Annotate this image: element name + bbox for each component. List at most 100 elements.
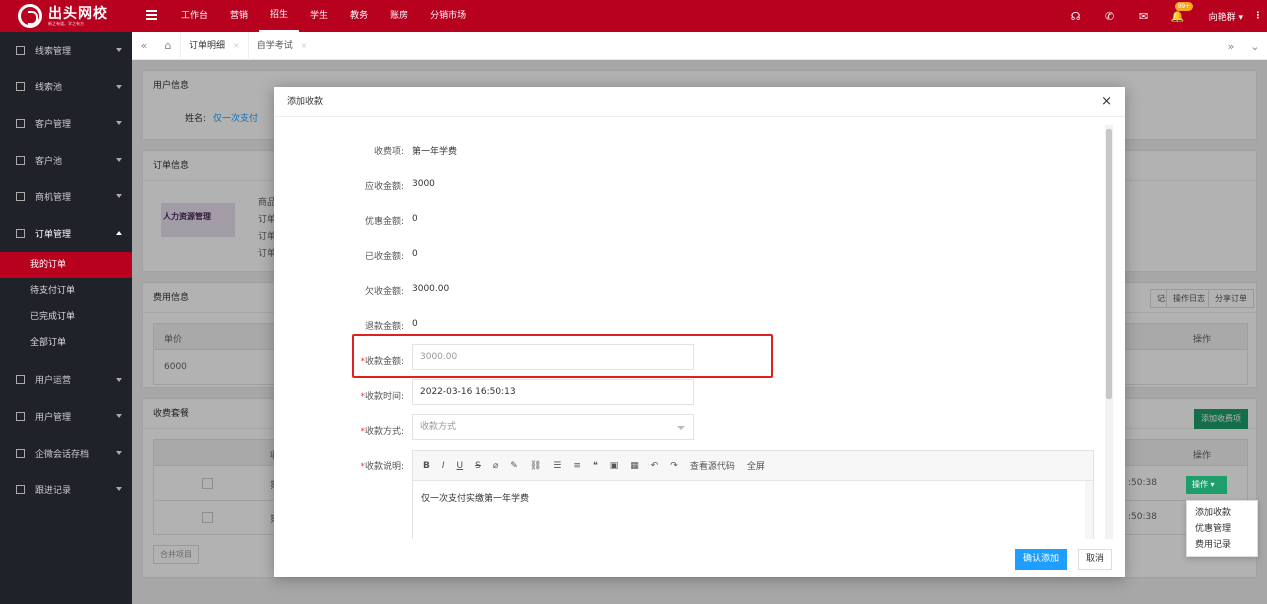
menu-toggle-icon[interactable]	[146, 10, 157, 20]
dialog-scrollbar[interactable]	[1105, 125, 1113, 539]
sidebar-item-user-management[interactable]: 用户管理	[0, 398, 132, 435]
bold-icon[interactable]: B	[423, 461, 430, 471]
topnav-marketing[interactable]: 营销	[219, 0, 259, 32]
sidebar-item-wecom-archive[interactable]: 企微会话存档	[0, 435, 132, 472]
highlight-box	[352, 334, 773, 378]
sidebar-subitem-pending-orders[interactable]: 待支付订单	[0, 278, 132, 304]
chevron-down-icon	[116, 121, 122, 126]
brand-logo[interactable]: 出头网校 新之有道，学之有方	[0, 0, 132, 32]
sidebar-item-leads[interactable]: 线索管理	[0, 32, 132, 69]
cancel-button[interactable]: 取消	[1077, 549, 1112, 570]
redo-icon[interactable]: ↷	[670, 461, 678, 471]
user-menu[interactable]: 向艳群 ▾	[1195, 10, 1249, 23]
payment-method-label-text: 收款方式:	[364, 427, 404, 437]
topnav-distribution[interactable]: 分销市场	[419, 0, 477, 32]
phone-icon[interactable]: ✆	[1093, 10, 1127, 23]
sidebar-item-opportunities[interactable]: 商机管理	[0, 178, 132, 215]
record-icon	[16, 485, 25, 495]
received-value: 0	[412, 249, 418, 259]
sidebar-item-customer-pool[interactable]: 客户池	[0, 142, 132, 179]
sidebar-subitem-completed-orders[interactable]: 已完成订单	[0, 304, 132, 330]
dialog-title: 添加收款	[274, 87, 1125, 117]
sidebar-item-lead-pool[interactable]: 线索池	[0, 69, 132, 106]
strikethrough-icon[interactable]: S	[475, 461, 481, 471]
editor-content[interactable]: 仅一次支付实缴第一年学费	[413, 481, 1093, 514]
operation-dropdown-button[interactable]: 操作 ▾	[1186, 476, 1227, 494]
sidebar-item-label: 线索管理	[35, 46, 72, 57]
dropdown-fee-records[interactable]: 费用记录	[1187, 537, 1257, 553]
pool-icon	[16, 155, 25, 165]
italic-icon[interactable]: I	[442, 461, 445, 471]
chevron-down-icon	[677, 426, 685, 430]
rich-text-editor: B I U S ⌀ ✎ ⛓ ☰ ≡ ❝ ▣ ▦ ↶ ↷ 查看源代码 全屏 仅一次…	[412, 450, 1094, 539]
payment-note-label-text: 收款说明:	[364, 462, 404, 472]
fullscreen-button[interactable]: 全屏	[747, 459, 765, 472]
chevron-down-icon[interactable]: ⌄	[1243, 40, 1267, 53]
outstanding-label: 欠收金额:	[364, 287, 404, 297]
link-icon[interactable]: ⛓	[530, 461, 541, 471]
chevron-down-icon	[116, 414, 122, 419]
operation-dropdown-menu: 添加收款 优惠管理 费用记录	[1186, 500, 1258, 557]
more-options-icon[interactable]: ⋮	[1249, 11, 1267, 21]
topnav-enrollment[interactable]: 招生	[259, 0, 300, 32]
sidebar-subitem-my-orders[interactable]: 我的订单	[0, 251, 132, 278]
chevron-down-icon	[116, 450, 122, 455]
dialog-body: 收费项: 第一年学费 应收金额: 3000 优惠金额: 0 已收金额: 0 欠收…	[284, 125, 1113, 539]
payment-method-label: *收款方式:	[360, 427, 404, 437]
topnav-academic[interactable]: 教务	[339, 0, 379, 32]
align-icon[interactable]: ≡	[573, 461, 581, 471]
sidebar-item-orders[interactable]: 订单管理	[0, 215, 132, 252]
close-icon[interactable]: ×	[233, 32, 240, 60]
scroll-left-icon[interactable]: «	[132, 39, 156, 52]
home-icon[interactable]: ⌂	[156, 39, 180, 52]
view-source-button[interactable]: 查看源代码	[690, 459, 735, 472]
scroll-right-icon[interactable]: »	[1219, 40, 1243, 53]
received-label: 已收金额:	[364, 252, 404, 262]
user-icon	[16, 411, 25, 421]
close-icon[interactable]: ×	[301, 32, 308, 60]
receivable-value: 3000	[412, 179, 435, 189]
notification-bell-icon[interactable]: 🔔 99+	[1161, 1, 1195, 23]
topnav-students[interactable]: 学生	[299, 0, 339, 32]
payment-note-label: *收款说明:	[360, 462, 404, 472]
undo-icon[interactable]: ↶	[651, 461, 659, 471]
dropdown-discount-management[interactable]: 优惠管理	[1187, 521, 1257, 537]
confirm-add-button[interactable]: 确认添加	[1014, 549, 1067, 570]
brush-icon[interactable]: ✎	[510, 461, 518, 471]
sidebar-item-customers[interactable]: 客户管理	[0, 105, 132, 142]
chevron-down-icon	[116, 487, 122, 492]
message-icon[interactable]: ✉	[1127, 10, 1161, 23]
order-icon	[16, 228, 25, 238]
chevron-down-icon	[116, 377, 122, 382]
topnav-accounts[interactable]: 账房	[379, 0, 419, 32]
close-icon[interactable]: ×	[1101, 95, 1112, 108]
payment-time-input[interactable]: 2022-03-16 16:50:13	[412, 379, 694, 405]
editor-scrollbar[interactable]	[1085, 481, 1093, 539]
image-icon[interactable]: ▣	[610, 461, 619, 471]
brand-title: 出头网校	[48, 5, 108, 22]
chevron-up-icon	[116, 230, 122, 235]
sidebar-item-label: 商机管理	[35, 193, 72, 204]
clear-format-icon[interactable]: ⌀	[493, 461, 498, 471]
scrollbar-thumb[interactable]	[1106, 129, 1112, 399]
quote-icon[interactable]: ❝	[593, 461, 598, 471]
headset-icon[interactable]: ☊	[1059, 10, 1093, 23]
sidebar-subitem-all-orders[interactable]: 全部订单	[0, 330, 132, 356]
list-icon[interactable]: ☰	[553, 461, 561, 471]
underline-icon[interactable]: U	[457, 461, 464, 471]
tab-self-study-exam[interactable]: 自学考试 ×	[247, 31, 316, 60]
topnav-workbench[interactable]: 工作台	[170, 0, 219, 32]
tab-order-detail[interactable]: 订单明细 ×	[180, 31, 248, 60]
sidebar-item-label: 订单管理	[35, 229, 72, 240]
dropdown-add-payment[interactable]: 添加收款	[1187, 505, 1257, 521]
logo-icon	[18, 4, 42, 28]
opportunity-icon	[16, 192, 25, 202]
payment-method-select[interactable]: 收款方式	[412, 414, 694, 440]
pool-icon	[16, 82, 25, 92]
payment-method-placeholder: 收款方式	[420, 422, 457, 432]
table-icon[interactable]: ▦	[630, 461, 639, 471]
sidebar-item-user-ops[interactable]: 用户运营	[0, 362, 132, 399]
sidebar-item-followups[interactable]: 跟进记录	[0, 471, 132, 508]
top-navigation: 工作台 营销 招生 学生 教务 账房 分销市场	[170, 0, 477, 32]
outstanding-value: 3000.00	[412, 284, 450, 294]
